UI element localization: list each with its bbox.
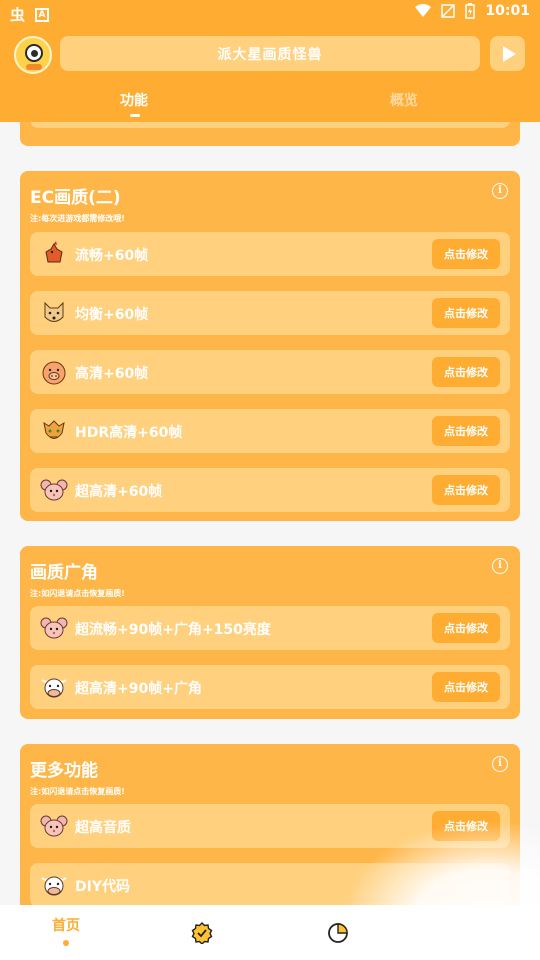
nav-active-dot — [63, 940, 69, 946]
rooster-icon — [45, 241, 63, 263]
item-label: 超高音质 — [75, 820, 131, 836]
bug-icon: 虫 — [10, 6, 26, 24]
dog-icon — [44, 301, 64, 322]
item-label: 流畅+60帧 — [75, 248, 149, 264]
list-item[interactable]: 超高清+90帧+广角 点击修改 — [30, 665, 510, 709]
play-icon — [502, 45, 516, 62]
badge-check-icon[interactable] — [191, 922, 213, 944]
modify-button[interactable]: 点击修改 — [432, 672, 500, 702]
status-right: 10:01 — [415, 3, 530, 19]
list-item[interactable]: 高清+60帧 点击修改 — [30, 350, 510, 394]
main-content[interactable]: EC画质(二) 注:每次进游戏都需修改哦! i 流畅+60帧 点击修改 均衡+6… — [0, 122, 540, 905]
row-previous — [30, 122, 510, 128]
tab-function[interactable]: 功能 — [120, 90, 148, 110]
modify-button[interactable]: 点击修改 — [432, 298, 500, 328]
list-item[interactable]: 流畅+60帧 点击修改 — [30, 232, 510, 276]
info-icon[interactable]: i — [492, 183, 508, 199]
play-button[interactable] — [490, 36, 525, 71]
info-icon[interactable]: i — [492, 558, 508, 574]
bottom-nav: 首页 — [0, 905, 540, 960]
modify-button[interactable]: 点击修改 — [432, 416, 500, 446]
modify-button[interactable]: 点击修改 — [432, 475, 500, 505]
status-time: 10:01 — [485, 3, 530, 19]
wifi-icon — [415, 4, 432, 17]
section-card-previous — [20, 122, 520, 146]
section-note: 注:每次进游戏都需修改哦! — [30, 214, 125, 223]
modify-button[interactable]: 点击修改 — [432, 811, 500, 841]
battery-charging-icon — [465, 3, 476, 19]
avatar[interactable] — [14, 36, 52, 74]
ox-icon — [41, 678, 67, 698]
avatar-eye — [25, 44, 43, 62]
item-label: 超流畅+90帧+广角+150亮度 — [75, 622, 271, 638]
avatar-tag — [26, 64, 42, 70]
list-item[interactable]: 超流畅+90帧+广角+150亮度 点击修改 — [30, 606, 510, 650]
list-item[interactable]: 均衡+60帧 点击修改 — [30, 291, 510, 335]
section-card-more: 更多功能 注:如闪退请点击恢复画质! i 超高音质 点击修改 DIY代码 — [20, 744, 520, 905]
rat-icon — [40, 815, 68, 837]
section-card-ec: EC画质(二) 注:每次进游戏都需修改哦! i 流畅+60帧 点击修改 均衡+6… — [20, 171, 520, 521]
pie-chart-icon[interactable] — [327, 922, 349, 944]
list-item[interactable]: 超高音质 点击修改 — [30, 804, 510, 848]
nav-home[interactable]: 首页 — [52, 915, 80, 935]
list-item[interactable]: DIY代码 — [30, 863, 510, 905]
rat-icon — [40, 617, 68, 639]
signal-off-icon — [441, 4, 456, 18]
modify-button[interactable]: 点击修改 — [432, 239, 500, 269]
list-item[interactable]: HDR高清+60帧 点击修改 — [30, 409, 510, 453]
status-left: 虫 A — [10, 4, 50, 25]
section-note: 注:如闪退请点击恢复画质! — [30, 787, 125, 796]
item-label: HDR高清+60帧 — [75, 425, 183, 441]
pig-icon — [42, 361, 66, 385]
ox-icon — [41, 876, 67, 896]
item-label: 均衡+60帧 — [75, 307, 149, 323]
a-icon: A — [35, 7, 50, 22]
dragon-icon — [43, 420, 65, 439]
section-title: 画质广角 — [30, 563, 98, 583]
section-card-wide-angle: 画质广角 注:如闪退请点击恢复画质! i 超流畅+90帧+广角+150亮度 点击… — [20, 546, 520, 719]
info-icon[interactable]: i — [492, 756, 508, 772]
tab-indicator — [130, 114, 140, 117]
rat-icon — [40, 479, 68, 501]
section-note: 注:如闪退请点击恢复画质! — [30, 589, 125, 598]
item-label: 超高清+90帧+广角 — [75, 681, 202, 697]
section-title: 更多功能 — [30, 761, 98, 781]
status-bar: 虫 A 10:01 — [0, 0, 540, 28]
app-header: 派大星画质怪兽 功能 概览 — [0, 28, 540, 122]
app-title[interactable]: 派大星画质怪兽 — [60, 36, 480, 71]
item-label: DIY代码 — [75, 879, 130, 895]
item-label: 超高清+60帧 — [75, 484, 163, 500]
item-label: 高清+60帧 — [75, 366, 149, 382]
tab-overview[interactable]: 概览 — [390, 90, 418, 110]
modify-button[interactable]: 点击修改 — [432, 357, 500, 387]
section-title: EC画质(二) — [30, 188, 121, 208]
modify-button[interactable]: 点击修改 — [432, 613, 500, 643]
list-item[interactable]: 超高清+60帧 点击修改 — [30, 468, 510, 512]
